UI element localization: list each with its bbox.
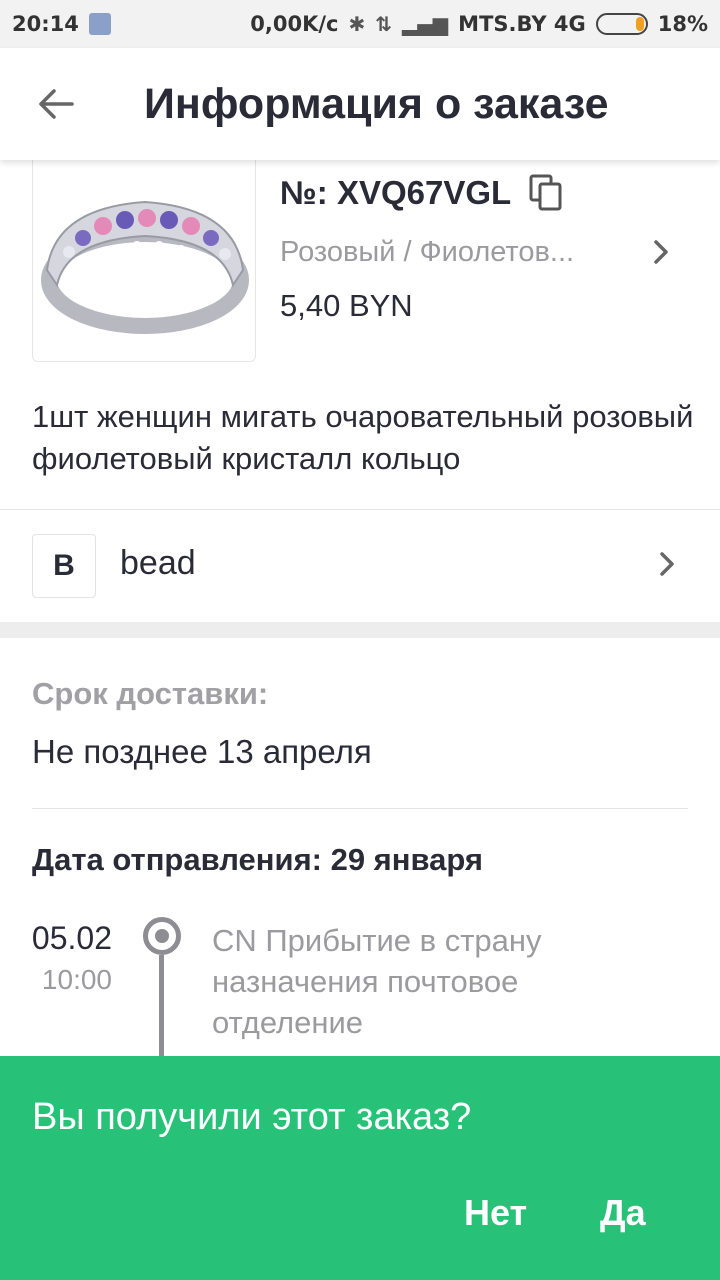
delivery-value: Не позднее 13 апреля — [32, 733, 372, 770]
copy-button[interactable] — [529, 174, 563, 212]
tracking-time: 10:00 — [41, 964, 112, 995]
back-button[interactable] — [0, 48, 112, 160]
no-button[interactable]: Нет — [464, 1192, 527, 1234]
chevron-right-icon — [660, 552, 674, 576]
store-name: bead — [120, 544, 196, 582]
carrier-name: MTS.BY 4G — [458, 12, 586, 36]
chevron-right-icon — [654, 240, 668, 264]
network-speed: 0,00K/c — [250, 12, 339, 36]
product-price: 5,40 BYN — [280, 288, 413, 323]
status-bar: 20:14 0,00K/c ✱ ⇅ ▂▄▆ MTS.BY 4G 18% — [0, 0, 720, 48]
battery-icon — [595, 13, 648, 35]
prompt-question: Вы получили этот заказ? — [32, 1096, 472, 1138]
data-transfer-icon: ⇅ — [375, 12, 393, 36]
variant-label: Розовый / Фиолетов... — [280, 235, 575, 268]
tracking-date: 05.02 — [31, 920, 112, 956]
timeline-line — [159, 955, 164, 1065]
delivery-label: Срок доставки: — [32, 676, 269, 711]
received-prompt: Вы получили этот заказ? Нет Да — [0, 1056, 720, 1280]
page-title: Информация о заказе — [144, 79, 609, 128]
arrow-left-icon — [39, 89, 74, 119]
order-number: №: XVQ67VGL — [280, 174, 512, 211]
status-time: 20:14 — [12, 12, 79, 36]
variant-selector[interactable]: Розовый / Фиолетов... — [280, 232, 680, 272]
timeline-dot-icon — [143, 917, 181, 955]
yes-button[interactable]: Да — [600, 1192, 646, 1234]
store-row[interactable]: B bead — [0, 510, 720, 622]
battery-percent: 18% — [657, 12, 708, 36]
product-description: 1шт женщин мигать очаровательный розовый… — [32, 399, 694, 476]
product-image[interactable] — [32, 160, 256, 362]
tracking-status: CN Прибытие в страну назначения почтовое… — [212, 923, 542, 1040]
bluetooth-icon: ✱ — [348, 12, 366, 36]
app-header: Информация о заказе — [0, 48, 720, 160]
signal-icon: ▂▄▆ — [402, 12, 449, 36]
store-logo: B — [32, 534, 96, 598]
section-separator — [0, 622, 720, 638]
ring-image — [41, 200, 249, 334]
notification-icon — [88, 13, 111, 35]
divider — [32, 808, 688, 809]
shipping-date: Дата отправления: 29 января — [32, 842, 483, 877]
copy-icon — [529, 174, 562, 211]
